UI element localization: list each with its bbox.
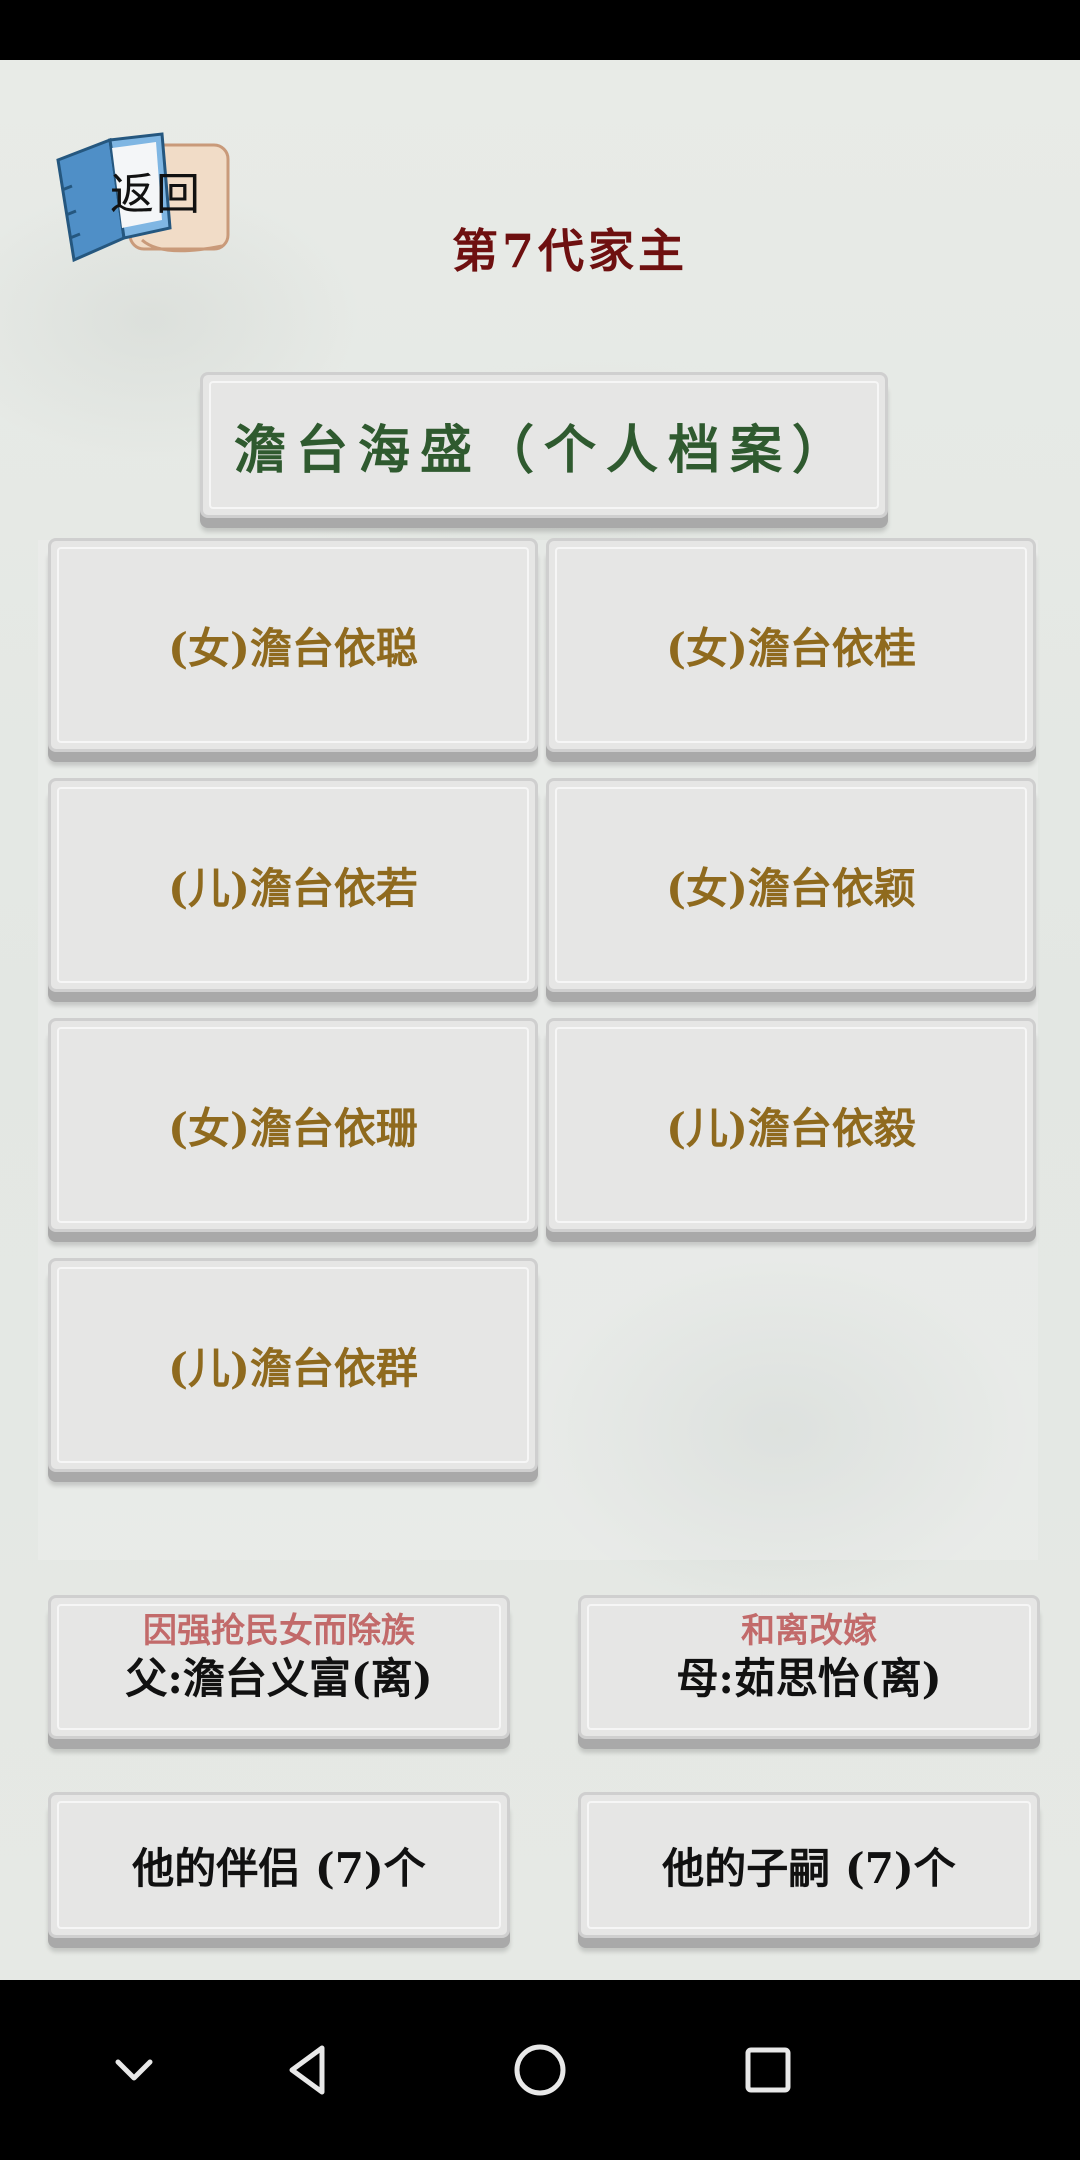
- profile-title-label: 澹台海盛（个人档案）: [233, 419, 854, 481]
- heirs-label: 他的子嗣 (7)个: [662, 1843, 956, 1893]
- child-button[interactable]: (女)澹台依颖: [546, 778, 1036, 992]
- partners-label: 他的伴侣 (7)个: [132, 1843, 426, 1893]
- status-bar: [0, 0, 1080, 60]
- mother-label: 母:茹思怡(离): [676, 1654, 942, 1703]
- father-note: 因强抢民女而除族: [143, 1611, 415, 1651]
- child-label: (儿)澹台依毅: [666, 1103, 916, 1153]
- child-button[interactable]: (女)澹台依珊: [48, 1018, 538, 1232]
- back-label: 返回: [110, 169, 202, 220]
- father-label: 父:澹台义富(离): [125, 1654, 433, 1703]
- child-label: (女)澹台依桂: [666, 623, 916, 673]
- family-profile-screen: 返回 第7代家主 澹台海盛（个人档案） (女)澹台依聪 (女)澹台依桂 (儿)澹…: [0, 60, 1080, 1980]
- chevron-down-icon: [115, 2059, 153, 2081]
- child-label: (儿)澹台依群: [168, 1343, 418, 1393]
- profile-title-button[interactable]: 澹台海盛（个人档案）: [200, 372, 888, 518]
- mother-note: 和离改嫁: [741, 1611, 877, 1651]
- child-label: (女)澹台依聪: [168, 623, 418, 673]
- child-button[interactable]: (儿)澹台依毅: [546, 1018, 1036, 1232]
- child-label: (儿)澹台依若: [168, 863, 418, 913]
- child-button[interactable]: (女)澹台依聪: [48, 538, 538, 752]
- nav-recent-button[interactable]: [718, 2020, 818, 2120]
- child-label: (女)澹台依颖: [666, 863, 916, 913]
- heirs-button[interactable]: 他的子嗣 (7)个: [578, 1792, 1040, 1938]
- child-button[interactable]: (儿)澹台依群: [48, 1258, 538, 1472]
- nav-back-button[interactable]: [258, 2020, 358, 2120]
- mother-button[interactable]: 和离改嫁 母:茹思怡(离): [578, 1595, 1040, 1739]
- triangle-back-icon: [289, 2045, 325, 2095]
- nav-home-button[interactable]: [490, 2020, 590, 2120]
- generation-title: 第7代家主: [451, 224, 688, 278]
- square-recent-icon: [745, 2047, 791, 2093]
- father-button[interactable]: 因强抢民女而除族 父:澹台义富(离): [48, 1595, 510, 1739]
- partners-button[interactable]: 他的伴侣 (7)个: [48, 1792, 510, 1938]
- child-button[interactable]: (儿)澹台依若: [48, 778, 538, 992]
- system-navigation-bar: [0, 1980, 1080, 2160]
- back-button[interactable]: 返回: [52, 120, 242, 265]
- circle-home-icon: [514, 2044, 566, 2096]
- child-button[interactable]: (女)澹台依桂: [546, 538, 1036, 752]
- nav-hide-button[interactable]: [84, 2020, 184, 2120]
- child-label: (女)澹台依珊: [168, 1103, 418, 1153]
